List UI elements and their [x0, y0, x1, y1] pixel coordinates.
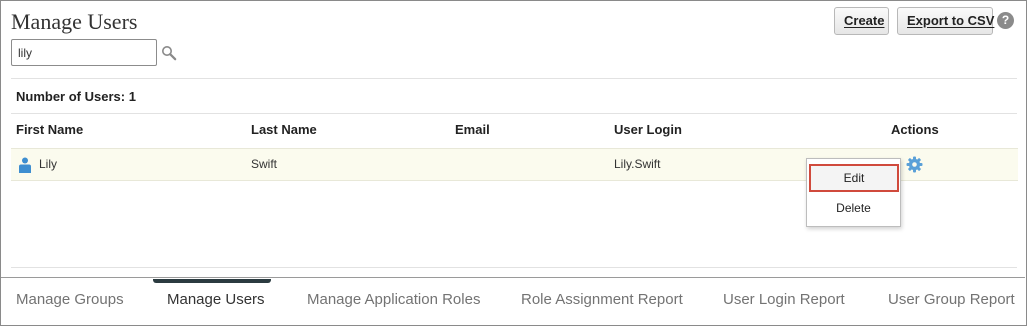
export-csv-button[interactable]: Export to CSV	[897, 7, 994, 35]
gear-icon[interactable]	[906, 156, 923, 173]
tab-role-assignment-report[interactable]: Role Assignment Report	[521, 291, 683, 308]
tab-manage-application-roles[interactable]: Manage Application Roles	[307, 291, 480, 308]
column-header-last-name[interactable]: Last Name	[251, 122, 317, 137]
cell-last-name: Swift	[251, 157, 278, 171]
search-icon[interactable]	[161, 45, 177, 61]
divider	[11, 113, 1017, 114]
user-count-label: Number of Users: 1	[16, 89, 136, 104]
menu-item-delete[interactable]: Delete	[807, 194, 900, 222]
tab-manage-users[interactable]: Manage Users	[167, 291, 265, 308]
column-header-user-login[interactable]: User Login	[614, 122, 682, 137]
column-header-actions: Actions	[891, 122, 939, 137]
tab-user-login-report[interactable]: User Login Report	[723, 291, 845, 308]
cell-user-login: Lily.Swift	[614, 157, 661, 171]
page-title: Manage Users	[11, 9, 138, 34]
column-header-email[interactable]: Email	[455, 122, 490, 137]
cell-first-name: Lily	[39, 157, 58, 171]
column-header-first-name[interactable]: First Name	[16, 122, 83, 137]
menu-item-edit[interactable]: Edit	[809, 164, 899, 192]
help-icon[interactable]: ?	[997, 12, 1014, 29]
active-tab-indicator	[153, 279, 271, 283]
divider	[11, 267, 1017, 268]
search-input[interactable]	[11, 39, 157, 66]
user-icon	[19, 157, 31, 173]
divider	[11, 78, 1017, 79]
actions-menu: Edit Delete	[806, 158, 901, 227]
create-button[interactable]: Create	[834, 7, 889, 35]
manage-users-panel: Manage Users Create Export to CSV ? Numb…	[1, 1, 1025, 278]
tab-manage-groups[interactable]: Manage Groups	[16, 291, 124, 308]
tab-user-group-report[interactable]: User Group Report	[888, 291, 1015, 308]
bottom-tab-bar: Manage Groups Manage Users Manage Applic…	[1, 279, 1025, 324]
